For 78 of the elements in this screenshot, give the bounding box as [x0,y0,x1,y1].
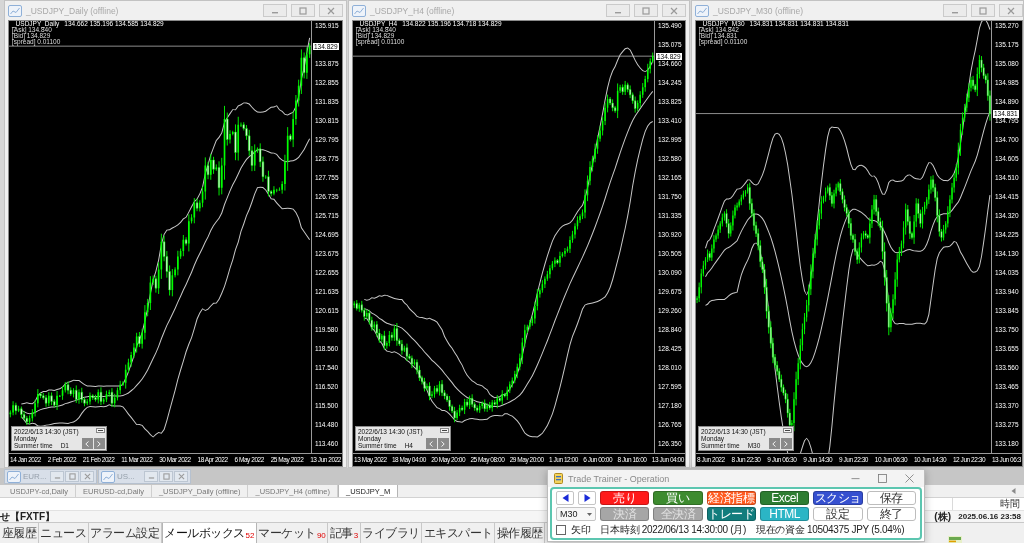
japan-time-text: 日本時刻 2022/06/13 14:30:00 (月) [600,523,746,536]
app-icon [554,473,563,484]
chart-window-icon [352,4,366,17]
chevron-left-icon [85,440,90,447]
close-icon [177,473,185,480]
minimize-button[interactable] [144,471,158,482]
unread-count: 90 [316,531,326,540]
chart-window-icon [8,4,22,17]
window-title: _USDJPY_Daily (offline) [26,5,120,16]
logo-icon [948,536,962,543]
action-button[interactable]: 買い [653,491,703,505]
triangle-right-icon [583,494,591,502]
maximize-button[interactable] [291,4,315,17]
minimize-button[interactable] [943,4,967,17]
panel-toggle-button[interactable] [782,428,792,433]
close-icon [904,474,914,483]
checkbox[interactable] [556,524,566,535]
terminal-tab[interactable]: アラーム設定 [88,523,162,543]
timeframe-dropdown[interactable]: M30 [556,507,596,521]
chevron-left-icon [429,440,434,447]
table-cell: せ【FXTF】 [0,510,55,523]
close-button[interactable] [319,4,343,17]
action-button[interactable]: 終了 [866,507,916,521]
window-title: _USDJPY_M30 (offline) [713,5,805,16]
close-button[interactable] [174,471,188,482]
table-cell-text: 2025.06.16 23:58 [957,512,1022,521]
terminal-tab[interactable]: 座履歴 [0,523,39,543]
terminal-tab[interactable]: エキスパート [422,523,496,543]
action-button[interactable]: トレード [706,507,756,521]
maximize-icon [299,6,307,15]
dialog-title: Trade Trainer - Operation [568,473,671,484]
maximize-icon [162,473,170,480]
chart-window-icon [695,4,709,17]
close-button[interactable] [999,4,1023,17]
terminal-tab[interactable]: ライブラリ [360,523,423,543]
unread-count: 52 [245,531,255,540]
maximize-button[interactable] [159,471,173,482]
maximize-button[interactable] [65,471,79,482]
table-cell: (株) [934,510,951,523]
action-button[interactable]: 売り [600,491,650,505]
action-button[interactable]: 設定 [813,507,863,521]
minimize-button[interactable] [606,4,630,17]
action-button[interactable]: 保存 [866,491,916,505]
next-button[interactable] [578,491,596,505]
terminal-tab[interactable]: ニュース [38,523,89,543]
chevron-right-icon [97,440,102,447]
maximize-icon [68,473,76,480]
chart-window-icon [101,470,115,483]
chevron-left-icon [772,440,777,447]
unread-count: 3 [353,531,359,540]
panel-toggle-button[interactable] [439,428,449,433]
close-icon [327,6,335,15]
maximize-icon [979,6,987,15]
chevron-right-icon [441,440,446,447]
close-icon [1007,6,1015,15]
chevron-right-icon [784,440,789,447]
maximize-button[interactable] [971,4,995,17]
scroll-left-icon[interactable] [1011,488,1016,494]
chart-window-icon [7,470,21,483]
maximize-icon [877,474,887,483]
window-title: _USDJPY_H4 (offline) [370,5,456,16]
column-header[interactable]: 時間 [952,498,1024,510]
close-icon [83,473,91,480]
maximize-icon [642,6,650,15]
terminal-tab[interactable]: 操作履歴 [495,523,546,543]
minimize-button[interactable] [263,4,287,17]
close-button[interactable] [80,471,94,482]
action-button[interactable]: スクショ [813,491,863,505]
maximize-button[interactable] [634,4,658,17]
checkbox-label: 矢印 [571,523,591,536]
triangle-left-icon [561,494,569,502]
close-button[interactable] [662,4,686,17]
previous-button[interactable] [556,491,574,505]
action-button[interactable]: Excel [760,491,810,505]
minimize-button[interactable] [50,471,64,482]
funds-text: 現在の資金 10504375 JPY (5.04%) [756,523,905,536]
panel-toggle-button[interactable] [95,428,105,433]
close-icon [670,6,678,15]
